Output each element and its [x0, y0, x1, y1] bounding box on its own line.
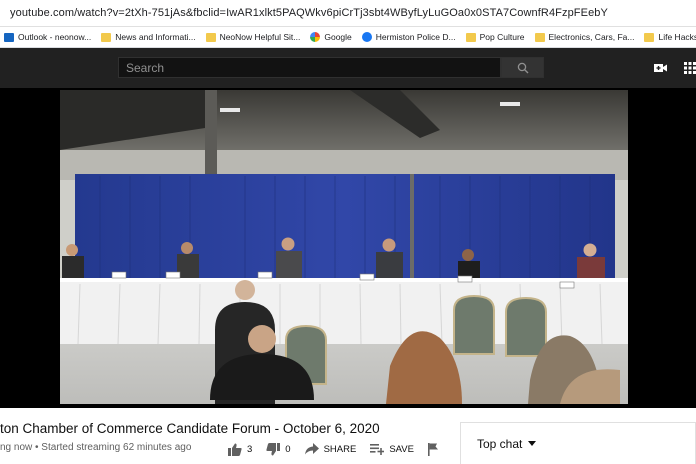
folder-icon: [101, 32, 112, 42]
video-title: ton Chamber of Commerce Candidate Forum …: [0, 421, 380, 436]
bookmark-news[interactable]: News and Informati...: [101, 32, 196, 42]
create-video-icon[interactable]: [654, 63, 667, 73]
bookmark-hermiston-police[interactable]: Hermiston Police D...: [361, 32, 456, 42]
playlist-add-icon: [370, 443, 385, 455]
youtube-header: Search: [0, 48, 696, 88]
search-icon: [517, 62, 528, 73]
bookmark-label: Life Hacks: [658, 32, 696, 42]
bookmark-pop-culture[interactable]: Pop Culture: [465, 32, 525, 42]
video-frame[interactable]: [60, 90, 628, 404]
bookmark-label: Electronics, Cars, Fa...: [548, 32, 635, 42]
dislike-count: 0: [285, 443, 291, 455]
search-input[interactable]: Search: [118, 57, 501, 78]
bookmark-label: Google: [324, 32, 352, 42]
video-info: ton Chamber of Commerce Candidate Forum …: [0, 408, 696, 464]
bookmarks-bar: Outlook - neonow... News and Informati..…: [0, 27, 696, 48]
video-player[interactable]: [0, 88, 696, 408]
bookmark-neonow[interactable]: NeoNow Helpful Sit...: [205, 32, 301, 42]
facebook-icon: [361, 32, 372, 42]
outlook-icon: [4, 32, 14, 42]
folder-icon: [534, 32, 545, 42]
save-button[interactable]: SAVE: [370, 443, 414, 455]
apps-grid-icon[interactable]: [684, 62, 696, 74]
chat-mode-label: Top chat: [477, 436, 523, 451]
save-label: SAVE: [389, 443, 414, 455]
bookmark-label: Hermiston Police D...: [375, 32, 456, 42]
like-button[interactable]: 3: [228, 443, 252, 456]
search-button[interactable]: [501, 57, 544, 78]
bookmark-outlook[interactable]: Outlook - neonow...: [4, 32, 91, 42]
like-count: 3: [247, 443, 253, 455]
share-button[interactable]: SHARE: [304, 443, 357, 455]
bookmark-electronics[interactable]: Electronics, Cars, Fa...: [534, 32, 635, 42]
search-placeholder: Search: [126, 60, 165, 75]
bookmark-label: News and Informati...: [115, 32, 196, 42]
google-icon: [310, 32, 321, 42]
thumbs-up-icon: [228, 443, 242, 456]
folder-icon: [465, 32, 476, 42]
bookmark-life-hacks[interactable]: Life Hacks: [644, 32, 696, 42]
folder-icon: [644, 32, 655, 42]
address-bar[interactable]: youtube.com/watch?v=2tXh-751jAs&fbclid=I…: [0, 0, 696, 27]
folder-icon: [205, 32, 216, 42]
caret-down-icon: [528, 441, 537, 446]
chat-header[interactable]: Top chat: [460, 422, 696, 464]
dislike-button[interactable]: 0: [266, 442, 291, 456]
screenshot-root: youtube.com/watch?v=2tXh-751jAs&fbclid=I…: [0, 0, 696, 464]
bookmark-label: Pop Culture: [479, 32, 525, 42]
share-arrow-icon: [304, 443, 319, 455]
share-label: SHARE: [323, 443, 357, 455]
stream-status: ng now • Started streaming 62 minutes ag…: [0, 442, 192, 453]
flag-icon: [427, 442, 438, 456]
bookmark-label: Outlook - neonow...: [18, 32, 92, 42]
bookmark-label: NeoNow Helpful Sit...: [219, 32, 301, 42]
thumbs-down-icon: [266, 442, 281, 455]
video-scene-image: [60, 90, 628, 404]
bookmark-google[interactable]: Google: [310, 32, 352, 42]
video-actions: 3 0 SHARE SAVE: [228, 438, 458, 460]
report-button[interactable]: [427, 442, 444, 456]
url-text[interactable]: youtube.com/watch?v=2tXh-751jAs&fbclid=I…: [10, 7, 608, 19]
